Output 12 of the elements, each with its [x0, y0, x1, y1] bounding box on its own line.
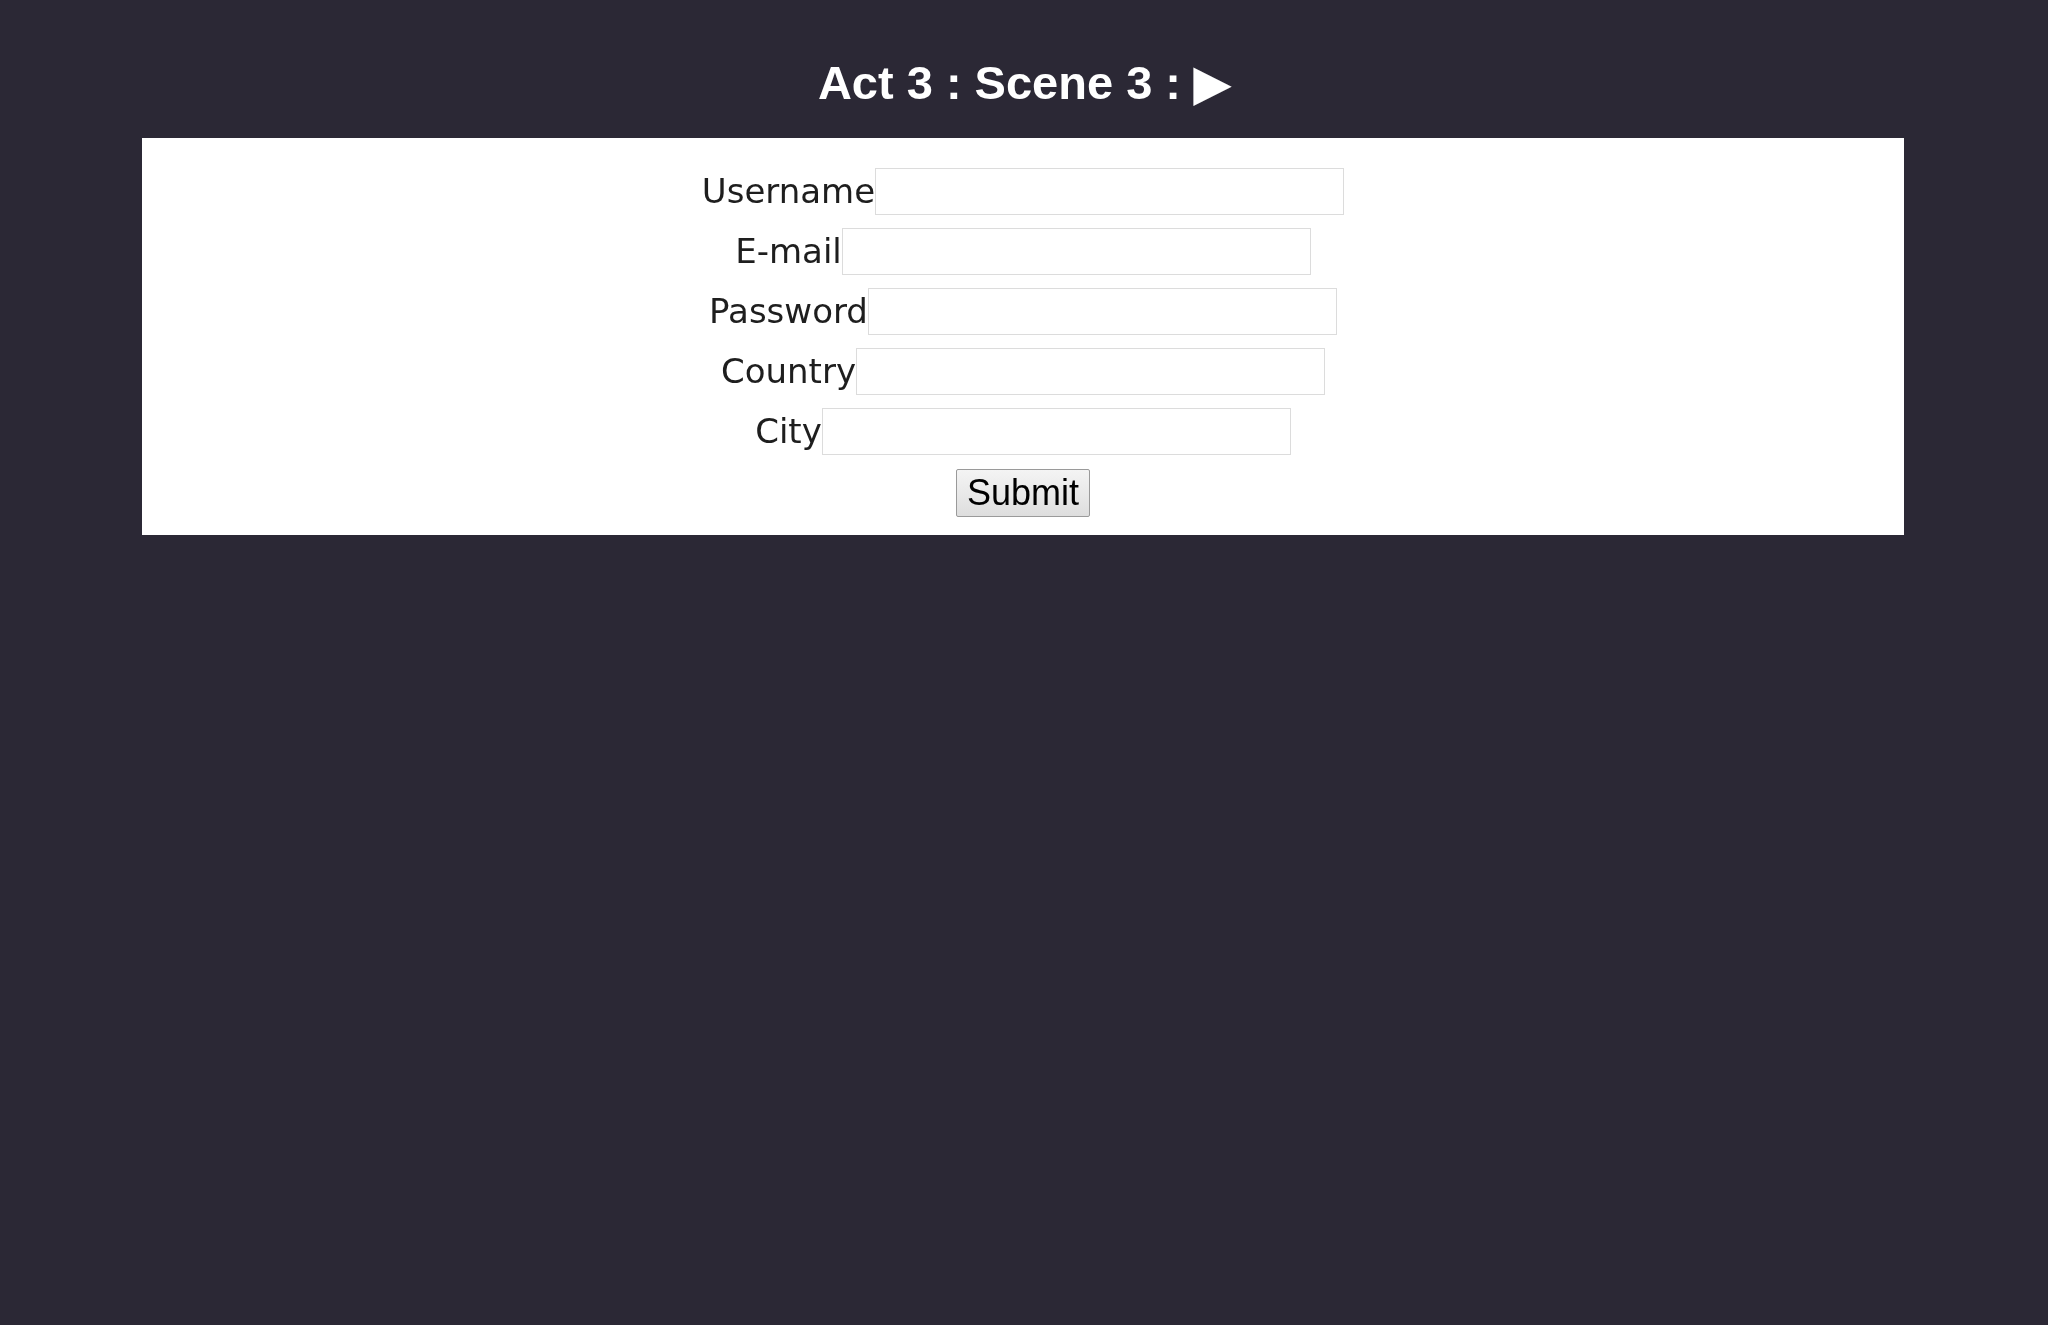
page-title: Act 3 : Scene 3 : ▶ [817, 57, 1231, 109]
field-label: Country [720, 350, 857, 393]
text-input[interactable] [875, 168, 1345, 215]
text-input[interactable] [856, 348, 1326, 395]
field-label: E-mail [735, 230, 842, 273]
field-label: Password [709, 290, 868, 333]
text-input[interactable] [821, 408, 1291, 455]
field-label: Username [701, 170, 876, 213]
field-label: City [755, 410, 822, 453]
text-input[interactable] [867, 288, 1337, 335]
text-input[interactable] [841, 228, 1311, 275]
submit-button[interactable]: Submit [956, 468, 1090, 517]
